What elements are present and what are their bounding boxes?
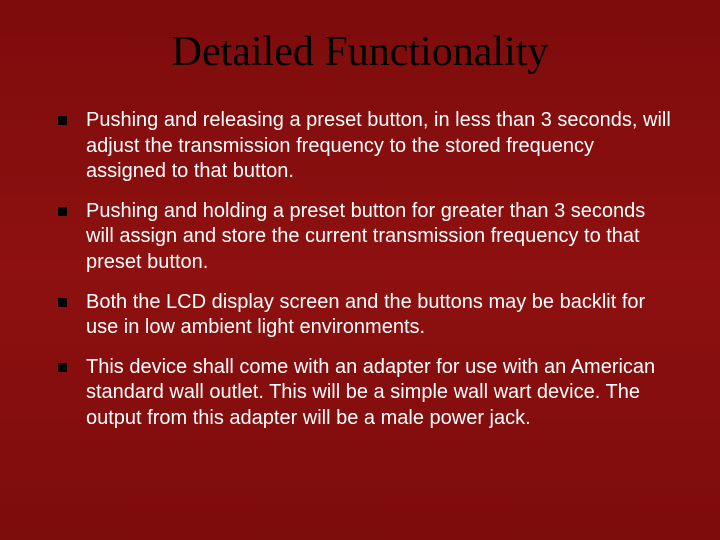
list-item: This device shall come with an adapter f… [48, 355, 672, 432]
bullet-square-icon [58, 207, 67, 216]
bullet-text: Both the LCD display screen and the butt… [86, 291, 645, 339]
bullet-square-icon [58, 116, 67, 125]
bullet-square-icon [58, 298, 67, 307]
bullet-text: Pushing and releasing a preset button, i… [86, 109, 671, 182]
list-item: Pushing and releasing a preset button, i… [48, 108, 672, 185]
list-item: Pushing and holding a preset button for … [48, 199, 672, 276]
slide-title: Detailed Functionality [48, 28, 672, 76]
bullet-text: This device shall come with an adapter f… [86, 356, 655, 429]
bullet-list: Pushing and releasing a preset button, i… [48, 108, 672, 432]
bullet-text: Pushing and holding a preset button for … [86, 200, 645, 273]
slide: Detailed Functionality Pushing and relea… [0, 0, 720, 540]
list-item: Both the LCD display screen and the butt… [48, 290, 672, 341]
bullet-square-icon [58, 363, 67, 372]
